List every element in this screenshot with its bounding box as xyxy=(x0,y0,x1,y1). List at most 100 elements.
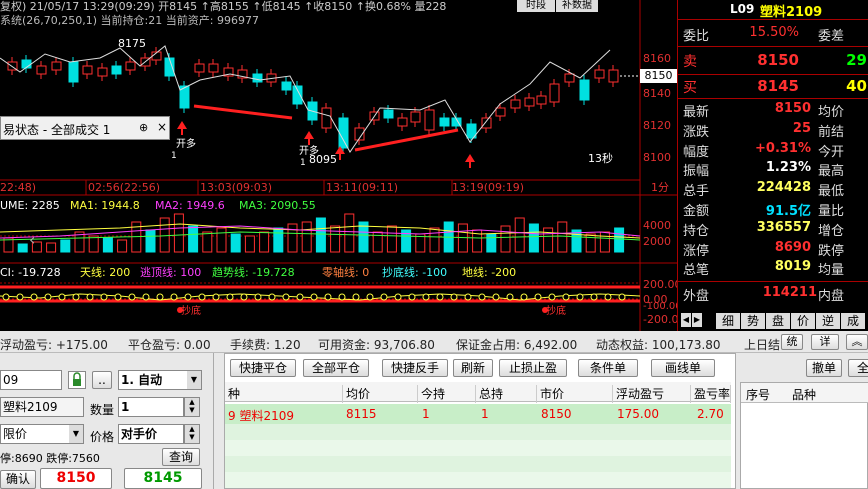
buy-button[interactable]: 8145 xyxy=(124,468,202,489)
high-label: 8175 xyxy=(118,37,146,50)
col-header[interactable]: 盈亏率 xyxy=(691,385,731,403)
volume-bar xyxy=(528,223,539,253)
volume-bar xyxy=(17,243,28,253)
cci-dot xyxy=(296,293,304,301)
trade-status-popup[interactable]: 易状态 - 全部成交 1 ⊕ × xyxy=(0,116,170,140)
buy-arrow-icon xyxy=(304,131,314,139)
quote-row-label2: 跌停 xyxy=(818,243,845,259)
quote-row-label: 金额 xyxy=(683,204,710,219)
cci-dot xyxy=(436,293,444,301)
quote-row: 涨停 8690 跌停 xyxy=(678,239,868,259)
taoding-label: 逃顶线: 100 xyxy=(140,266,202,279)
quote-row-label2: 均量 xyxy=(818,263,845,279)
quote-tab[interactable]: 细 xyxy=(716,313,740,329)
quick-close-button[interactable]: 快捷平仓 xyxy=(230,359,296,377)
quote-tab[interactable]: 盘 xyxy=(766,313,790,329)
volume-bar xyxy=(202,231,213,253)
detail-button[interactable]: 详 xyxy=(811,334,839,350)
buy-arrow-icon xyxy=(177,121,187,129)
volume-bar xyxy=(216,227,227,253)
sell-label: 卖 xyxy=(683,54,697,70)
quote-tab[interactable]: 成 xyxy=(841,313,865,329)
quote-row: 总笔 8019 均量 xyxy=(678,259,868,279)
tab-next-icon[interactable]: ▶ xyxy=(692,313,702,327)
mode-select[interactable]: 1. 自动 ▼ xyxy=(118,370,202,390)
sell-button[interactable]: 8150 xyxy=(40,468,112,489)
price-type-select[interactable]: 限价 ▼ xyxy=(0,424,84,444)
qty-stepper[interactable]: ▲ ▼ xyxy=(184,397,200,417)
close-icon[interactable]: × xyxy=(157,120,167,134)
volume-bar xyxy=(500,225,511,253)
col-header[interactable]: 浮动盈亏 xyxy=(613,385,691,403)
weicha-label: 委差 xyxy=(818,29,845,44)
refresh-button[interactable]: 刷新 xyxy=(453,359,493,377)
candle-body xyxy=(194,63,205,73)
price-input[interactable]: 对手价 xyxy=(118,424,184,444)
quote-row-value: 8690 xyxy=(774,239,811,255)
cancel-order-button[interactable]: 撤单 xyxy=(806,359,842,377)
pin-icon[interactable]: ⊕ xyxy=(139,121,148,134)
quote-row-value: 8150 xyxy=(774,101,811,116)
quote-row: 振幅 1.23% 最高 xyxy=(678,160,868,179)
qty-input[interactable]: 1 xyxy=(118,397,184,417)
price-tick: 8100 xyxy=(643,151,671,164)
chevron-down-icon[interactable]: ▼ xyxy=(69,425,83,443)
col-header[interactable]: 均价 xyxy=(343,385,418,403)
weibi-row: 委比 15.50% 委差 xyxy=(678,25,868,44)
volume-bar xyxy=(585,233,596,253)
cci-dot xyxy=(170,293,178,301)
col-header[interactable]: 今持 xyxy=(418,385,476,403)
quote-tab[interactable]: 价 xyxy=(791,313,815,329)
lock-icon[interactable] xyxy=(68,371,86,389)
candle-body xyxy=(208,63,219,73)
more-button[interactable]: .. xyxy=(92,371,112,389)
col-header[interactable]: 序号 xyxy=(746,386,770,403)
line-order-button[interactable]: 画线单 xyxy=(651,359,715,377)
conditional-order-button[interactable]: 条件单 xyxy=(578,359,638,377)
quote-row-label2: 今开 xyxy=(818,144,845,160)
col-header[interactable]: 种 xyxy=(225,385,343,403)
cci-dot xyxy=(506,293,514,301)
cci-dot xyxy=(492,293,500,301)
period-label[interactable]: 1分 xyxy=(651,181,669,194)
price-label: 价格 xyxy=(90,430,115,444)
candle-body xyxy=(481,117,492,129)
query-button[interactable]: 查询 xyxy=(162,448,200,466)
volume-bar xyxy=(599,231,610,253)
stats-button[interactable]: 统 xyxy=(781,334,803,350)
volume-ma3: MA3: 2090.55 xyxy=(239,199,316,212)
quote-panel: L09 塑料2109 委比 15.50% 委差 卖 8150 29 买 8145… xyxy=(677,0,868,331)
chevron-left-icon[interactable]: ‹ xyxy=(29,232,35,248)
col-header[interactable]: 总持 xyxy=(476,385,537,403)
candle-body xyxy=(608,69,619,83)
quote-tab[interactable]: 逆 xyxy=(816,313,840,329)
tab-time[interactable]: 时段 xyxy=(517,0,555,12)
candle-body xyxy=(281,81,292,91)
col-header[interactable]: 品种 xyxy=(792,386,816,403)
limit-info: 停:8690 跌停:7560 xyxy=(0,452,100,465)
col-header[interactable]: 市价 xyxy=(537,385,613,403)
current-price-tag: 8150 xyxy=(640,69,677,83)
price-stepper[interactable]: ▲ ▼ xyxy=(184,424,200,444)
quote-tab[interactable]: 势 xyxy=(741,313,765,329)
quote-header: L09 塑料2109 xyxy=(678,0,868,20)
account-status-bar: 浮动盈亏: +175.00 平仓盈亏: 0.00 手续费: 1.20 可用资金:… xyxy=(0,331,868,353)
kline-chart[interactable]: 复权) 21/05/17 13:29(09:29) 开8145 ↑高8155 ↑… xyxy=(0,0,685,331)
all-button[interactable]: 全 xyxy=(848,359,868,377)
stop-loss-button[interactable]: 止损止盈 xyxy=(499,359,567,377)
buy-label: 买 xyxy=(683,80,697,96)
chevron-down-icon[interactable]: ▼ xyxy=(187,371,201,389)
contract-code-input[interactable]: 09 xyxy=(0,370,62,390)
cci-dot xyxy=(520,293,528,301)
tab-supplement[interactable]: 补数据 xyxy=(556,0,598,12)
tab-prev-icon[interactable]: ◀ xyxy=(681,313,691,327)
chevron-up-icon[interactable]: ︽ xyxy=(846,334,868,350)
close-all-button[interactable]: 全部平仓 xyxy=(303,359,369,377)
quick-reverse-button[interactable]: 快捷反手 xyxy=(382,359,448,377)
quote-row-label2: 均价 xyxy=(818,105,845,120)
quote-row: 最新 8150 均价 xyxy=(678,101,868,120)
volume-tick: 4000 xyxy=(643,219,671,232)
cci-dot xyxy=(30,293,38,301)
confirm-button[interactable]: 确认 xyxy=(0,470,36,489)
indicator-tick: 200.00 xyxy=(643,278,682,291)
